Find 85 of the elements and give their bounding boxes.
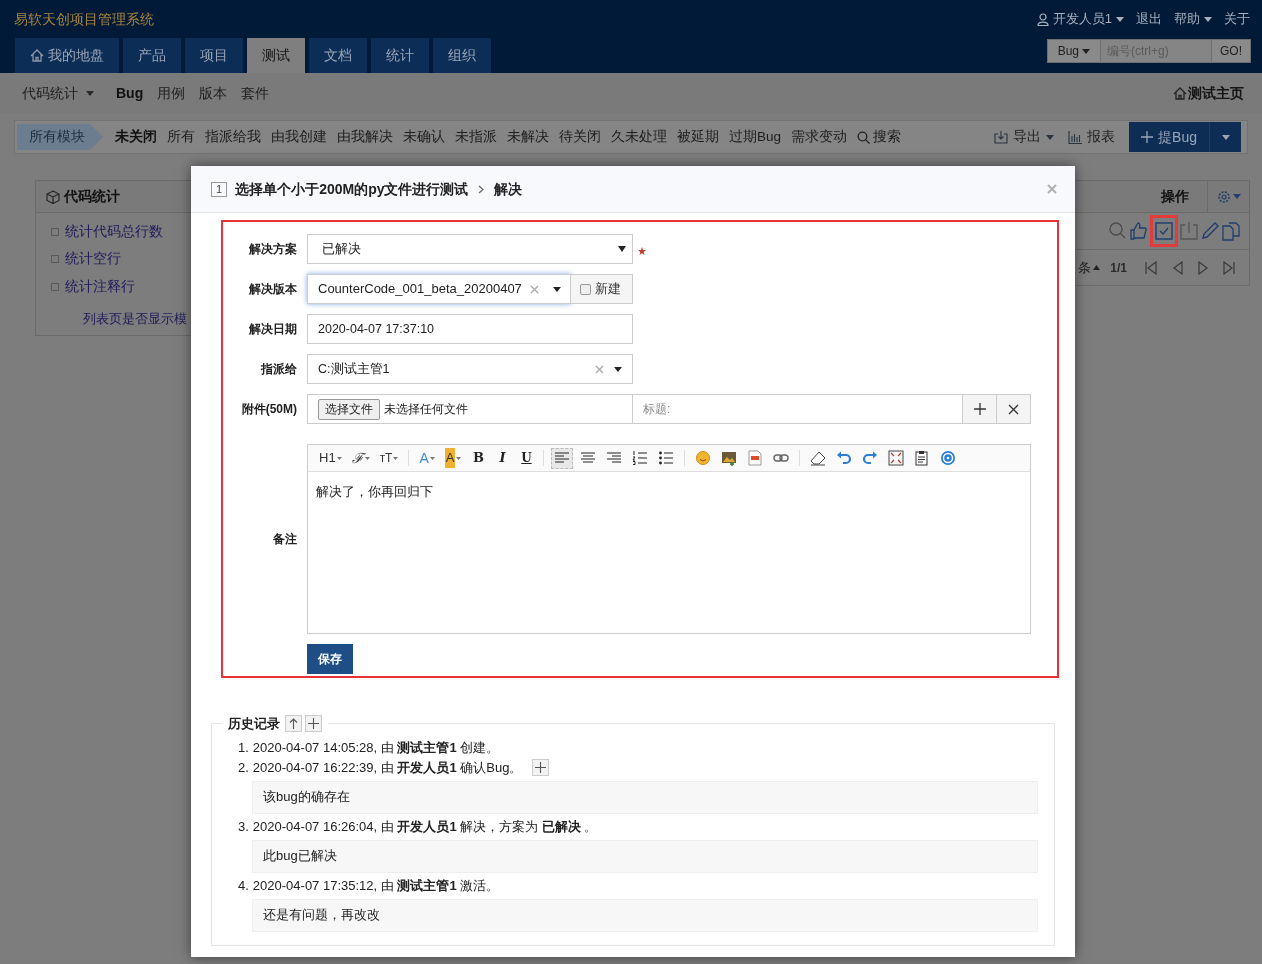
nav-tab[interactable]: 我的地盘 [15,38,119,73]
history-comment: 此bug已解决 [252,839,1038,873]
toolbar-button[interactable]: ᴛT [376,447,402,469]
history-entry: 2020-04-07 17:35:12, 由 测试主管1 激活。 [252,876,500,895]
resolution-select[interactable]: 已解决 [307,234,633,264]
filter-tab[interactable]: 未解决 [507,126,549,148]
filter-tab[interactable]: 待关闭 [559,126,601,148]
toolbar-button[interactable]: ℱ [348,447,373,469]
save-button[interactable]: 保存 [307,644,353,674]
field-label: 附件(50M) [240,401,297,418]
dialog-action: 解决 [494,179,523,199]
app-title: 易软天创项目管理系统 [14,9,154,29]
filter-tab[interactable]: 未指派 [455,126,497,148]
assignee-select[interactable]: C:测试主管1 [307,354,633,384]
filter-tab[interactable]: 需求变动 [791,126,848,148]
module-link[interactable]: 统计空行 [65,249,121,270]
toolbar-button[interactable]: A [416,447,438,469]
history-comment: 该bug的确存在 [252,780,1038,814]
user-menu-link[interactable]: 开发人员1 [1036,9,1124,29]
id-label: 1 [211,181,228,197]
filter-tab[interactable]: 指派给我 [205,126,261,148]
field-label: 备注 [272,531,297,548]
history-entry: 2020-04-07 14:05:28, 由 测试主管1 创建。 [252,738,500,757]
user-menu-link[interactable]: 帮助 [1174,9,1212,29]
field-label: 解决日期 [248,321,297,338]
toolbar-button[interactable]: B [468,447,489,469]
history-comment: 还是有问题，再改改 [252,898,1038,932]
toolbar-button[interactable]: U [516,447,537,469]
history-entry: 2020-04-07 16:26:04, 由 开发人员1 解决，方案为 已解决 。 [252,817,598,836]
history-entry: 2020-04-07 16:22:39, 由 开发人员1 确认Bug。 [252,758,523,777]
filter-tab[interactable]: 由我解决 [337,126,393,148]
file-title-field[interactable]: 标题: [633,394,963,424]
report-link[interactable]: 报表 [1068,126,1116,148]
build-select[interactable]: CounterCode_001_beta_20200407 [307,274,571,304]
field-label: 指派给 [260,361,297,378]
new-build-checkbox[interactable]: 新建 [571,274,633,304]
choose-file-button[interactable]: 选择文件 [318,398,380,420]
sort-link[interactable]: 条 [1078,257,1101,278]
sub-nav-link[interactable]: 版本 [199,82,228,104]
create-bug-button[interactable]: 提Bug [1129,122,1209,152]
sub-nav-link[interactable]: Bug [116,82,144,104]
toolbar-button[interactable]: A [441,447,465,469]
filter-tab[interactable]: 未确认 [403,126,445,148]
sub-nav-link[interactable]: 套件 [241,82,270,104]
filter-tab[interactable]: 过期Bug [729,126,782,148]
search-link[interactable]: 搜索 [857,126,902,148]
filter-tab[interactable]: 所有 [167,126,195,148]
comment-text: 解决了，你再回归下 [316,483,434,501]
list-number: 3. [238,817,249,836]
history-title: 历史记录 [228,715,280,733]
toolbar-button[interactable]: I [492,447,513,469]
home-link[interactable]: 测试主页 [1173,82,1244,104]
module-link[interactable]: 统计注释行 [65,276,135,297]
module-breadcrumb[interactable]: 所有模块 [17,124,103,150]
list-number: 1. [238,738,249,757]
dialog-title: 选择单个小于200M的py文件进行测试 [235,179,469,199]
nav-tab[interactable]: 组织 [433,38,491,73]
nav-tab[interactable]: 项目 [185,38,243,73]
nav-tab[interactable]: 文档 [309,38,367,73]
date-field[interactable]: 2020-04-07 17:37:10 [307,314,633,344]
list-number: 4. [238,876,249,895]
nav-tab[interactable]: 产品 [123,38,181,73]
filter-tab[interactable]: 未关闭 [115,126,157,148]
rich-text-editor[interactable]: H1 ℱ ᴛT A A B I U 解决了，你再回归下 [307,444,1031,634]
module-link[interactable]: 统计代码总行数 [65,222,163,243]
sub-nav-link[interactable]: 用例 [157,82,186,104]
column-header: 操作 [1161,187,1189,206]
panel-title: 代码统计 [64,187,120,206]
sub-nav-link[interactable]: 代码统计 [22,82,94,104]
filter-tab[interactable]: 久未处理 [611,126,667,148]
toolbar-button[interactable]: H1 [316,447,345,469]
nav-tab[interactable]: 统计 [371,38,429,73]
export-link[interactable]: 导出 [994,126,1055,148]
list-number: 2. [238,758,249,777]
file-input[interactable]: 选择文件 未选择任何文件 [307,394,633,424]
filter-tab[interactable]: 被延期 [677,126,719,148]
user-menu-link[interactable]: 退出 [1136,9,1162,29]
user-menu-link[interactable]: 关于 [1224,9,1250,29]
nav-tab[interactable]: 测试 [247,38,305,73]
field-label: 解决方案 [248,241,297,258]
module-display-link[interactable]: 列表页是否显示模 [83,310,187,326]
filter-tab[interactable]: 由我创建 [271,126,327,148]
page-indicator: 1/1 [1110,259,1127,277]
file-status: 未选择任何文件 [384,401,468,418]
field-label: 解决版本 [248,281,297,298]
